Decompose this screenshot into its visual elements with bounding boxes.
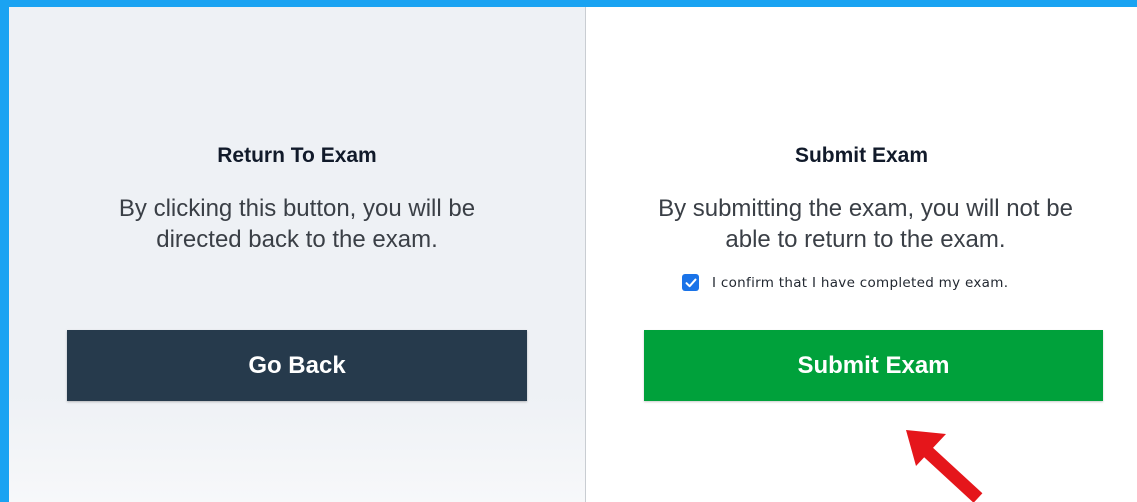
return-panel-title: Return To Exam [217,144,377,167]
return-to-exam-panel: Return To Exam By clicking this button, … [9,7,586,502]
exam-dialog: Return To Exam By clicking this button, … [9,7,1137,502]
confirm-label[interactable]: I confirm that I have completed my exam. [712,275,1008,291]
submit-exam-panel: Submit Exam By submitting the exam, you … [586,7,1137,502]
submit-panel-description: By submitting the exam, you will not be … [658,195,1073,253]
go-back-button[interactable]: Go Back [67,330,527,401]
submit-panel-title: Submit Exam [794,144,929,167]
confirm-checkbox[interactable] [682,274,699,291]
return-panel-description: By clicking this button, you will be dir… [118,195,476,253]
confirm-completion-row: I confirm that I have completed my exam. [682,274,1008,291]
check-icon [685,278,696,287]
submit-exam-button[interactable]: Submit Exam [644,330,1103,401]
